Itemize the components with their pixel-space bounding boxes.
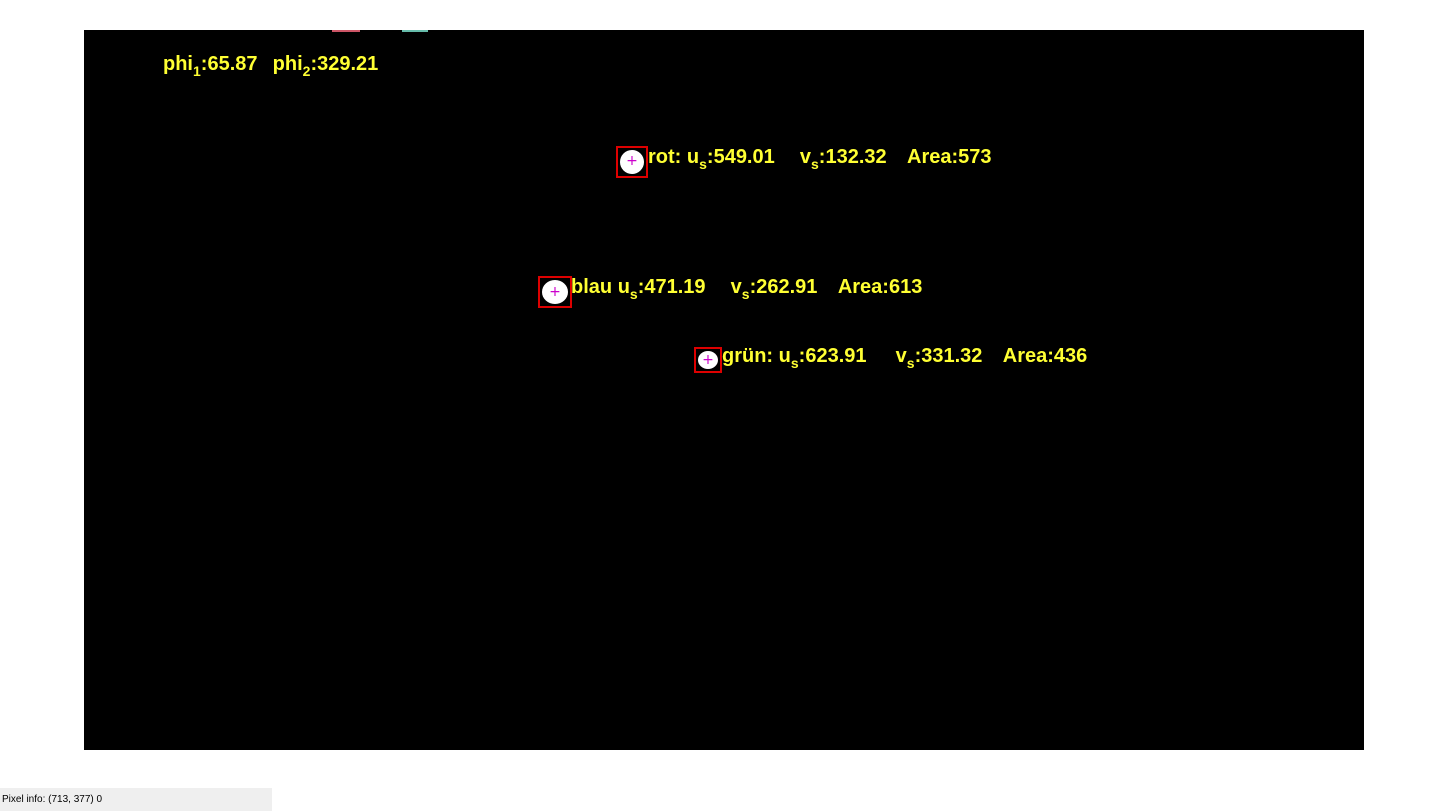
- blob-name: blau: [571, 276, 613, 298]
- blob-label-gruen: grün: us:623.91 vs:331.32 Area:436: [722, 344, 1088, 371]
- phi-readout: phi1:65.87 phi2:329.21: [163, 52, 379, 79]
- blob-name: rot:: [648, 146, 682, 168]
- v-value: :262.91: [749, 276, 818, 298]
- u-label: u: [617, 276, 630, 298]
- v-subscript: s: [741, 286, 750, 302]
- u-label: u: [778, 345, 791, 367]
- phi1-value: :65.87: [200, 53, 258, 75]
- pixel-info-text: Pixel info: (713, 377) 0: [2, 794, 103, 805]
- v-subscript: s: [811, 156, 819, 172]
- v-value: :132.32: [818, 146, 887, 168]
- u-value: :623.91: [798, 345, 867, 367]
- phi1-label: phi: [163, 53, 193, 75]
- v-label: v: [730, 276, 742, 298]
- area-value: Area:573: [907, 146, 992, 168]
- top-edge-mark-green: [402, 30, 428, 32]
- phi2-value: :329.21: [310, 53, 379, 75]
- v-subscript: s: [906, 355, 915, 371]
- u-subscript: s: [790, 355, 799, 371]
- u-subscript: s: [629, 286, 638, 302]
- area-value: Area:613: [837, 276, 923, 298]
- v-label: v: [799, 146, 811, 168]
- centroid-marker-rot: +: [626, 153, 638, 169]
- u-subscript: s: [699, 156, 707, 172]
- blob-label-blau: blau us:471.19 vs:262.91 Area:613: [571, 275, 923, 302]
- centroid-marker-gruen: +: [702, 352, 714, 368]
- v-label: v: [895, 345, 907, 367]
- centroid-marker-blau: +: [549, 284, 561, 300]
- top-edge-mark-red: [332, 30, 360, 32]
- phi1-subscript: 1: [193, 63, 201, 79]
- pixel-info-status-bar: Pixel info: (713, 377) 0: [0, 788, 272, 811]
- blob-label-rot: rot: us:549.01 vs:132.32 Area:573: [648, 145, 992, 172]
- u-label: u: [686, 146, 700, 168]
- area-value: Area:436: [1002, 345, 1088, 367]
- phi2-label: phi: [272, 53, 303, 75]
- image-canvas[interactable]: phi1:65.87 phi2:329.21 + rot: us:549.01 …: [84, 30, 1364, 750]
- u-value: :549.01: [706, 146, 775, 168]
- blob-name: grün:: [722, 345, 774, 367]
- v-value: :331.32: [914, 345, 983, 367]
- u-value: :471.19: [637, 276, 706, 298]
